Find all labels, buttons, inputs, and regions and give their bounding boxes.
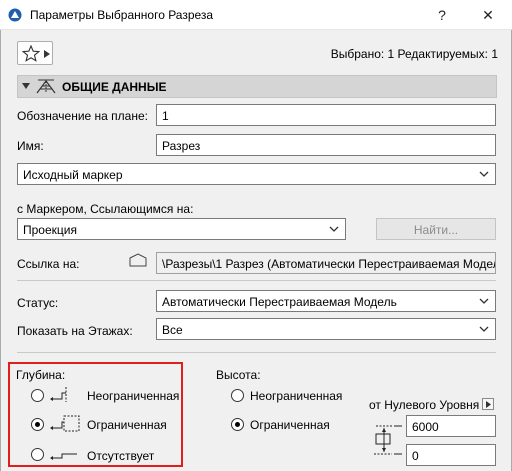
name-input[interactable]: Разрез	[156, 134, 496, 156]
height-limited-radio[interactable]	[231, 418, 244, 431]
plan-id-input[interactable]: 1	[156, 104, 496, 126]
marker-type-value: Исходный маркер	[23, 168, 123, 182]
depth-limited-label[interactable]: Ограниченная	[87, 418, 167, 432]
depth-unlimited-label[interactable]: Неограниченная	[87, 389, 179, 403]
height-title: Высота:	[216, 368, 261, 382]
from-level-label: от Нулевого Уровня	[369, 398, 480, 412]
depth-none-radio[interactable]	[31, 448, 44, 461]
status-value: Автоматически Перестраиваемая Модель	[162, 295, 397, 309]
ref-marker-select[interactable]: Проекция	[17, 218, 346, 240]
find-button[interactable]: Найти...	[376, 218, 496, 240]
status-label: Статус:	[17, 296, 59, 310]
show-floors-label: Показать на Этажах:	[17, 324, 133, 338]
window-title: Параметры Выбранного Разреза	[30, 8, 214, 22]
close-button[interactable]: ✕	[476, 3, 500, 27]
height-range-icon	[374, 425, 402, 455]
separator	[17, 352, 496, 353]
depth-unlimited-radio[interactable]	[31, 389, 44, 402]
height-bottom-input[interactable]: 0	[406, 444, 496, 466]
ref-marker-value: Проекция	[23, 223, 77, 237]
reference-level-button[interactable]	[482, 398, 494, 410]
selection-count: Выбрано: 1 Редактируемых: 1	[330, 47, 498, 61]
name-label: Имя:	[17, 139, 44, 153]
separator	[17, 280, 496, 281]
archicad-app-icon	[8, 8, 22, 22]
link-path-field: \Разрезы\1 Разрез (Автоматически Перестр…	[156, 252, 496, 274]
height-unlimited-radio[interactable]	[231, 389, 244, 402]
chevron-down-icon	[329, 226, 339, 232]
section-title: ОБЩИЕ ДАННЫЕ	[62, 80, 167, 94]
depth-title: Глубина:	[16, 368, 66, 382]
ref-marker-label: с Маркером, Ссылающимся на:	[17, 202, 194, 216]
triangle-right-icon	[44, 50, 50, 58]
star-icon	[22, 45, 40, 62]
height-limited-label[interactable]: Ограниченная	[250, 418, 330, 432]
chevron-down-icon	[479, 171, 489, 177]
link-label: Ссылка на:	[17, 257, 80, 271]
status-select[interactable]: Автоматически Перестраиваемая Модель	[156, 290, 496, 312]
plan-id-label: Обозначение на плане:	[17, 109, 148, 123]
show-floors-select[interactable]: Все	[156, 318, 496, 340]
depth-limited-radio[interactable]	[31, 418, 44, 431]
height-top-input[interactable]: 6000	[406, 415, 496, 437]
folder-icon	[129, 253, 147, 267]
collapse-triangle-icon[interactable]	[22, 83, 30, 89]
favorites-button[interactable]	[17, 41, 53, 65]
marker-type-select[interactable]: Исходный маркер	[17, 163, 496, 185]
depth-limited-icon	[50, 415, 80, 432]
depth-none-icon	[50, 453, 77, 460]
depth-unlimited-icon	[50, 387, 67, 402]
help-button[interactable]: ?	[430, 3, 454, 27]
triangle-right-icon	[486, 401, 491, 408]
chevron-down-icon	[479, 298, 489, 304]
chevron-down-icon	[479, 326, 489, 332]
height-unlimited-label[interactable]: Неограниченная	[250, 389, 342, 403]
section-tool-icon	[36, 79, 56, 94]
depth-none-label[interactable]: Отсутствует	[87, 449, 154, 463]
show-floors-value: Все	[162, 323, 183, 337]
